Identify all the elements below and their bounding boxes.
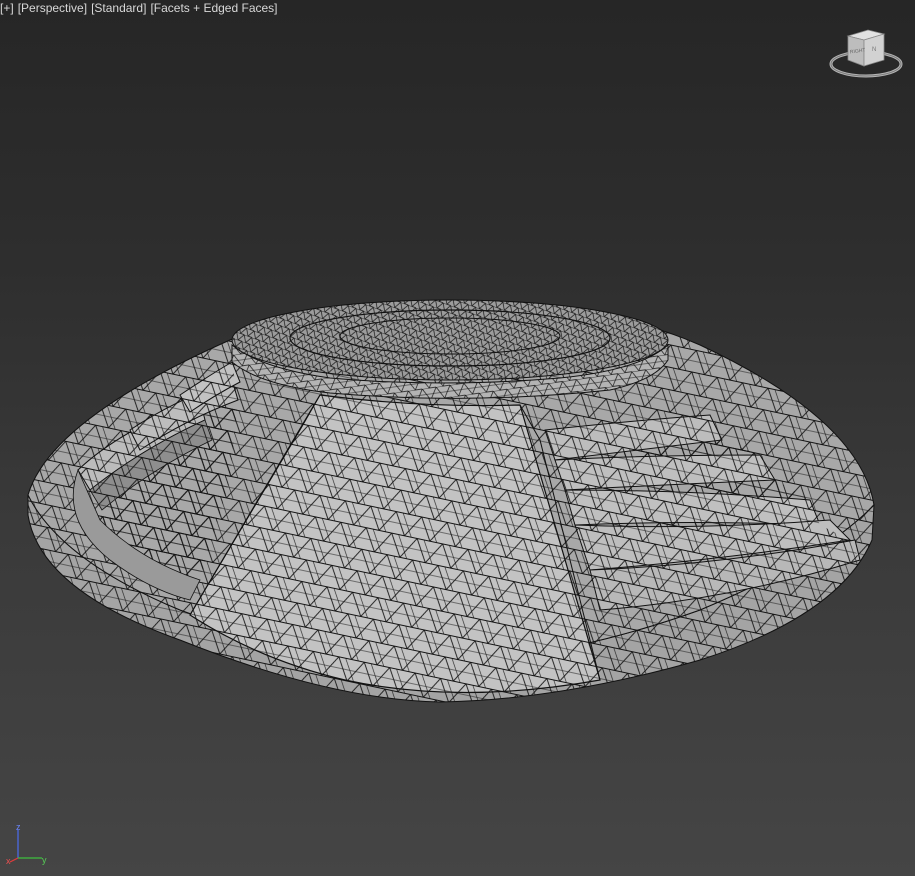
perspective-viewport[interactable]: [+] [Perspective] [Standard] [Facets + E… bbox=[0, 0, 915, 876]
x-axis-label: x bbox=[6, 856, 11, 866]
viewport-label-menu: [+] [Perspective] [Standard] [Facets + E… bbox=[0, 0, 278, 16]
3d-mesh-object[interactable] bbox=[0, 0, 915, 876]
display-mode-button[interactable]: [Facets + Edged Faces] bbox=[150, 1, 277, 15]
viewport-menu-button[interactable]: [+] bbox=[0, 1, 14, 15]
viewcube[interactable]: RIGHT N bbox=[828, 26, 904, 82]
z-axis-label: z bbox=[16, 822, 21, 832]
y-axis-label: y bbox=[42, 855, 47, 865]
view-mode-button[interactable]: [Perspective] bbox=[18, 1, 87, 15]
x-axis-line bbox=[9, 857, 19, 863]
axis-tripod: z x y bbox=[6, 822, 47, 866]
svg-text:N: N bbox=[872, 47, 876, 53]
shading-mode-button[interactable]: [Standard] bbox=[91, 1, 146, 15]
